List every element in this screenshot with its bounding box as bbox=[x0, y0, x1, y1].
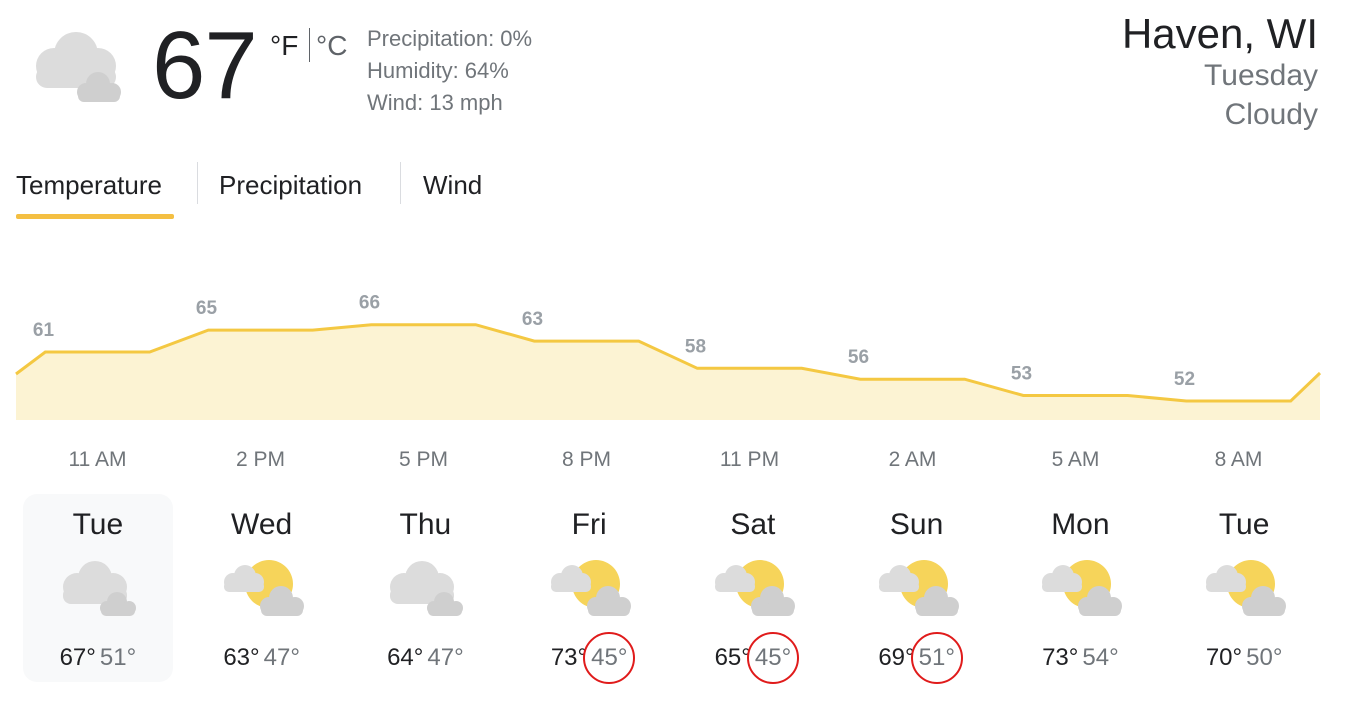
temperature-value-label: 63 bbox=[522, 309, 543, 330]
low-temperature: 51° bbox=[910, 632, 963, 684]
low-temperature: 45° bbox=[583, 632, 636, 684]
tab-wind[interactable]: Wind bbox=[423, 162, 493, 201]
temperature-chart: 61 11 AM 65 2 PM 66 5 PM 63 8 PM 58 11 PM 56 2 AM 53… bbox=[0, 270, 1366, 480]
day-temperatures: 65° 45° bbox=[678, 632, 828, 684]
unit-fahrenheit-toggle[interactable]: °F bbox=[270, 30, 298, 62]
partly-cloudy-icon bbox=[706, 554, 800, 620]
day-temperatures: 64° 47° bbox=[350, 644, 500, 672]
low-temperature: 51° bbox=[99, 644, 137, 671]
day-card-fri[interactable]: Fri 73° 45° bbox=[514, 494, 664, 684]
day-name: Tue bbox=[72, 508, 124, 541]
low-temperature: 47° bbox=[427, 644, 464, 671]
temperature-value-label: 56 bbox=[848, 347, 869, 368]
current-temperature: 67 bbox=[152, 12, 258, 119]
day-card-tue[interactable]: Tue 67° 51° bbox=[22, 494, 173, 682]
day-name: Fri bbox=[571, 508, 607, 541]
day-name: Thu bbox=[399, 508, 452, 541]
low-temperature: 45° bbox=[746, 632, 800, 684]
temperature-area bbox=[16, 324, 1320, 420]
tab-precipitation[interactable]: Precipitation bbox=[219, 162, 387, 201]
partly-cloudy-icon bbox=[542, 554, 636, 620]
current-condition: Cloudy bbox=[1224, 98, 1318, 132]
location-name: Haven, WI bbox=[1121, 10, 1318, 57]
day-name: Tue bbox=[1218, 508, 1270, 541]
unit-celsius-toggle[interactable]: °C bbox=[316, 30, 347, 62]
day-temperatures: 70° 50° bbox=[1169, 644, 1319, 672]
high-temperature: 69° bbox=[878, 644, 915, 671]
wind-detail: Wind: 13 mph bbox=[367, 90, 503, 115]
day-temperatures: 73° 45° bbox=[514, 632, 664, 684]
current-day: Tuesday bbox=[1204, 59, 1318, 93]
active-tab-indicator bbox=[16, 214, 174, 219]
temperature-value-label: 58 bbox=[685, 336, 706, 357]
time-axis-label: 5 PM bbox=[399, 448, 448, 471]
day-temperatures: 63° 47° bbox=[187, 644, 337, 672]
temperature-value-label: 53 bbox=[1011, 364, 1032, 385]
daily-forecast: Tue 67° 51° Wed 63° 47° Thu 64° 47° Fri 73° 45°… bbox=[16, 494, 1326, 684]
partly-cloudy-icon bbox=[215, 554, 309, 620]
unit-divider bbox=[309, 28, 310, 62]
humidity-detail: Humidity: 64% bbox=[367, 58, 509, 83]
partly-cloudy-icon bbox=[1033, 554, 1127, 620]
high-temperature: 65° bbox=[714, 644, 751, 671]
day-name: Sun bbox=[889, 508, 944, 541]
high-temperature: 67° bbox=[59, 644, 96, 671]
day-card-sun[interactable]: Sun 69° 51° bbox=[842, 494, 992, 684]
time-axis-label: 11 PM bbox=[720, 448, 779, 471]
cloudy-icon bbox=[378, 554, 472, 620]
tab-divider bbox=[400, 162, 401, 204]
tab-temperature[interactable]: Temperature bbox=[16, 162, 174, 201]
temperature-value-label: 65 bbox=[196, 298, 218, 319]
partly-cloudy-icon bbox=[1197, 554, 1291, 620]
partly-cloudy-icon bbox=[870, 554, 964, 620]
time-axis-label: 11 AM bbox=[69, 448, 127, 471]
day-card-mon[interactable]: Mon 73° 54° bbox=[1005, 494, 1155, 682]
cloudy-icon bbox=[51, 554, 145, 620]
high-temperature: 64° bbox=[387, 644, 424, 671]
tab-bar: Temperature Precipitation Wind bbox=[16, 162, 716, 222]
temperature-value-label: 66 bbox=[359, 293, 380, 314]
tab-divider bbox=[197, 162, 198, 204]
day-card-sat[interactable]: Sat 65° 45° bbox=[678, 494, 828, 684]
high-temperature: 73° bbox=[1042, 644, 1079, 671]
low-temperature: 50° bbox=[1246, 644, 1283, 671]
day-temperatures: 67° 51° bbox=[23, 644, 173, 672]
high-temperature: 70° bbox=[1205, 644, 1243, 671]
time-axis-label: 2 AM bbox=[889, 448, 937, 471]
time-axis-label: 8 AM bbox=[1215, 448, 1263, 471]
cloudy-icon bbox=[18, 22, 134, 108]
temperature-chart-svg: 61 11 AM 65 2 PM 66 5 PM 63 8 PM 58 11 PM 56 2 AM 53… bbox=[15, 293, 1322, 471]
temperature-value-label: 61 bbox=[33, 320, 55, 341]
time-axis-label: 5 AM bbox=[1052, 448, 1100, 471]
day-card-wed[interactable]: Wed 63° 47° bbox=[187, 494, 337, 682]
day-temperatures: 73° 54° bbox=[1005, 644, 1155, 672]
time-axis-label: 2 PM bbox=[236, 448, 285, 471]
day-name: Mon bbox=[1051, 508, 1110, 541]
temperature-value-label: 52 bbox=[1174, 369, 1195, 390]
low-temperature: 54° bbox=[1082, 644, 1119, 671]
day-name: Wed bbox=[231, 508, 293, 541]
day-temperatures: 69° 51° bbox=[842, 632, 992, 684]
high-temperature: 73° bbox=[550, 644, 588, 671]
precipitation-detail: Precipitation: 0% bbox=[367, 26, 533, 51]
location-block: Haven, WI Tuesday Cloudy bbox=[1121, 10, 1318, 134]
time-axis-label: 8 PM bbox=[562, 448, 611, 471]
day-card-tue[interactable]: Tue 70° 50° bbox=[1169, 494, 1319, 682]
low-temperature: 47° bbox=[263, 644, 300, 671]
high-temperature: 63° bbox=[223, 644, 260, 671]
day-card-thu[interactable]: Thu 64° 47° bbox=[350, 494, 500, 682]
day-name: Sat bbox=[730, 508, 776, 541]
